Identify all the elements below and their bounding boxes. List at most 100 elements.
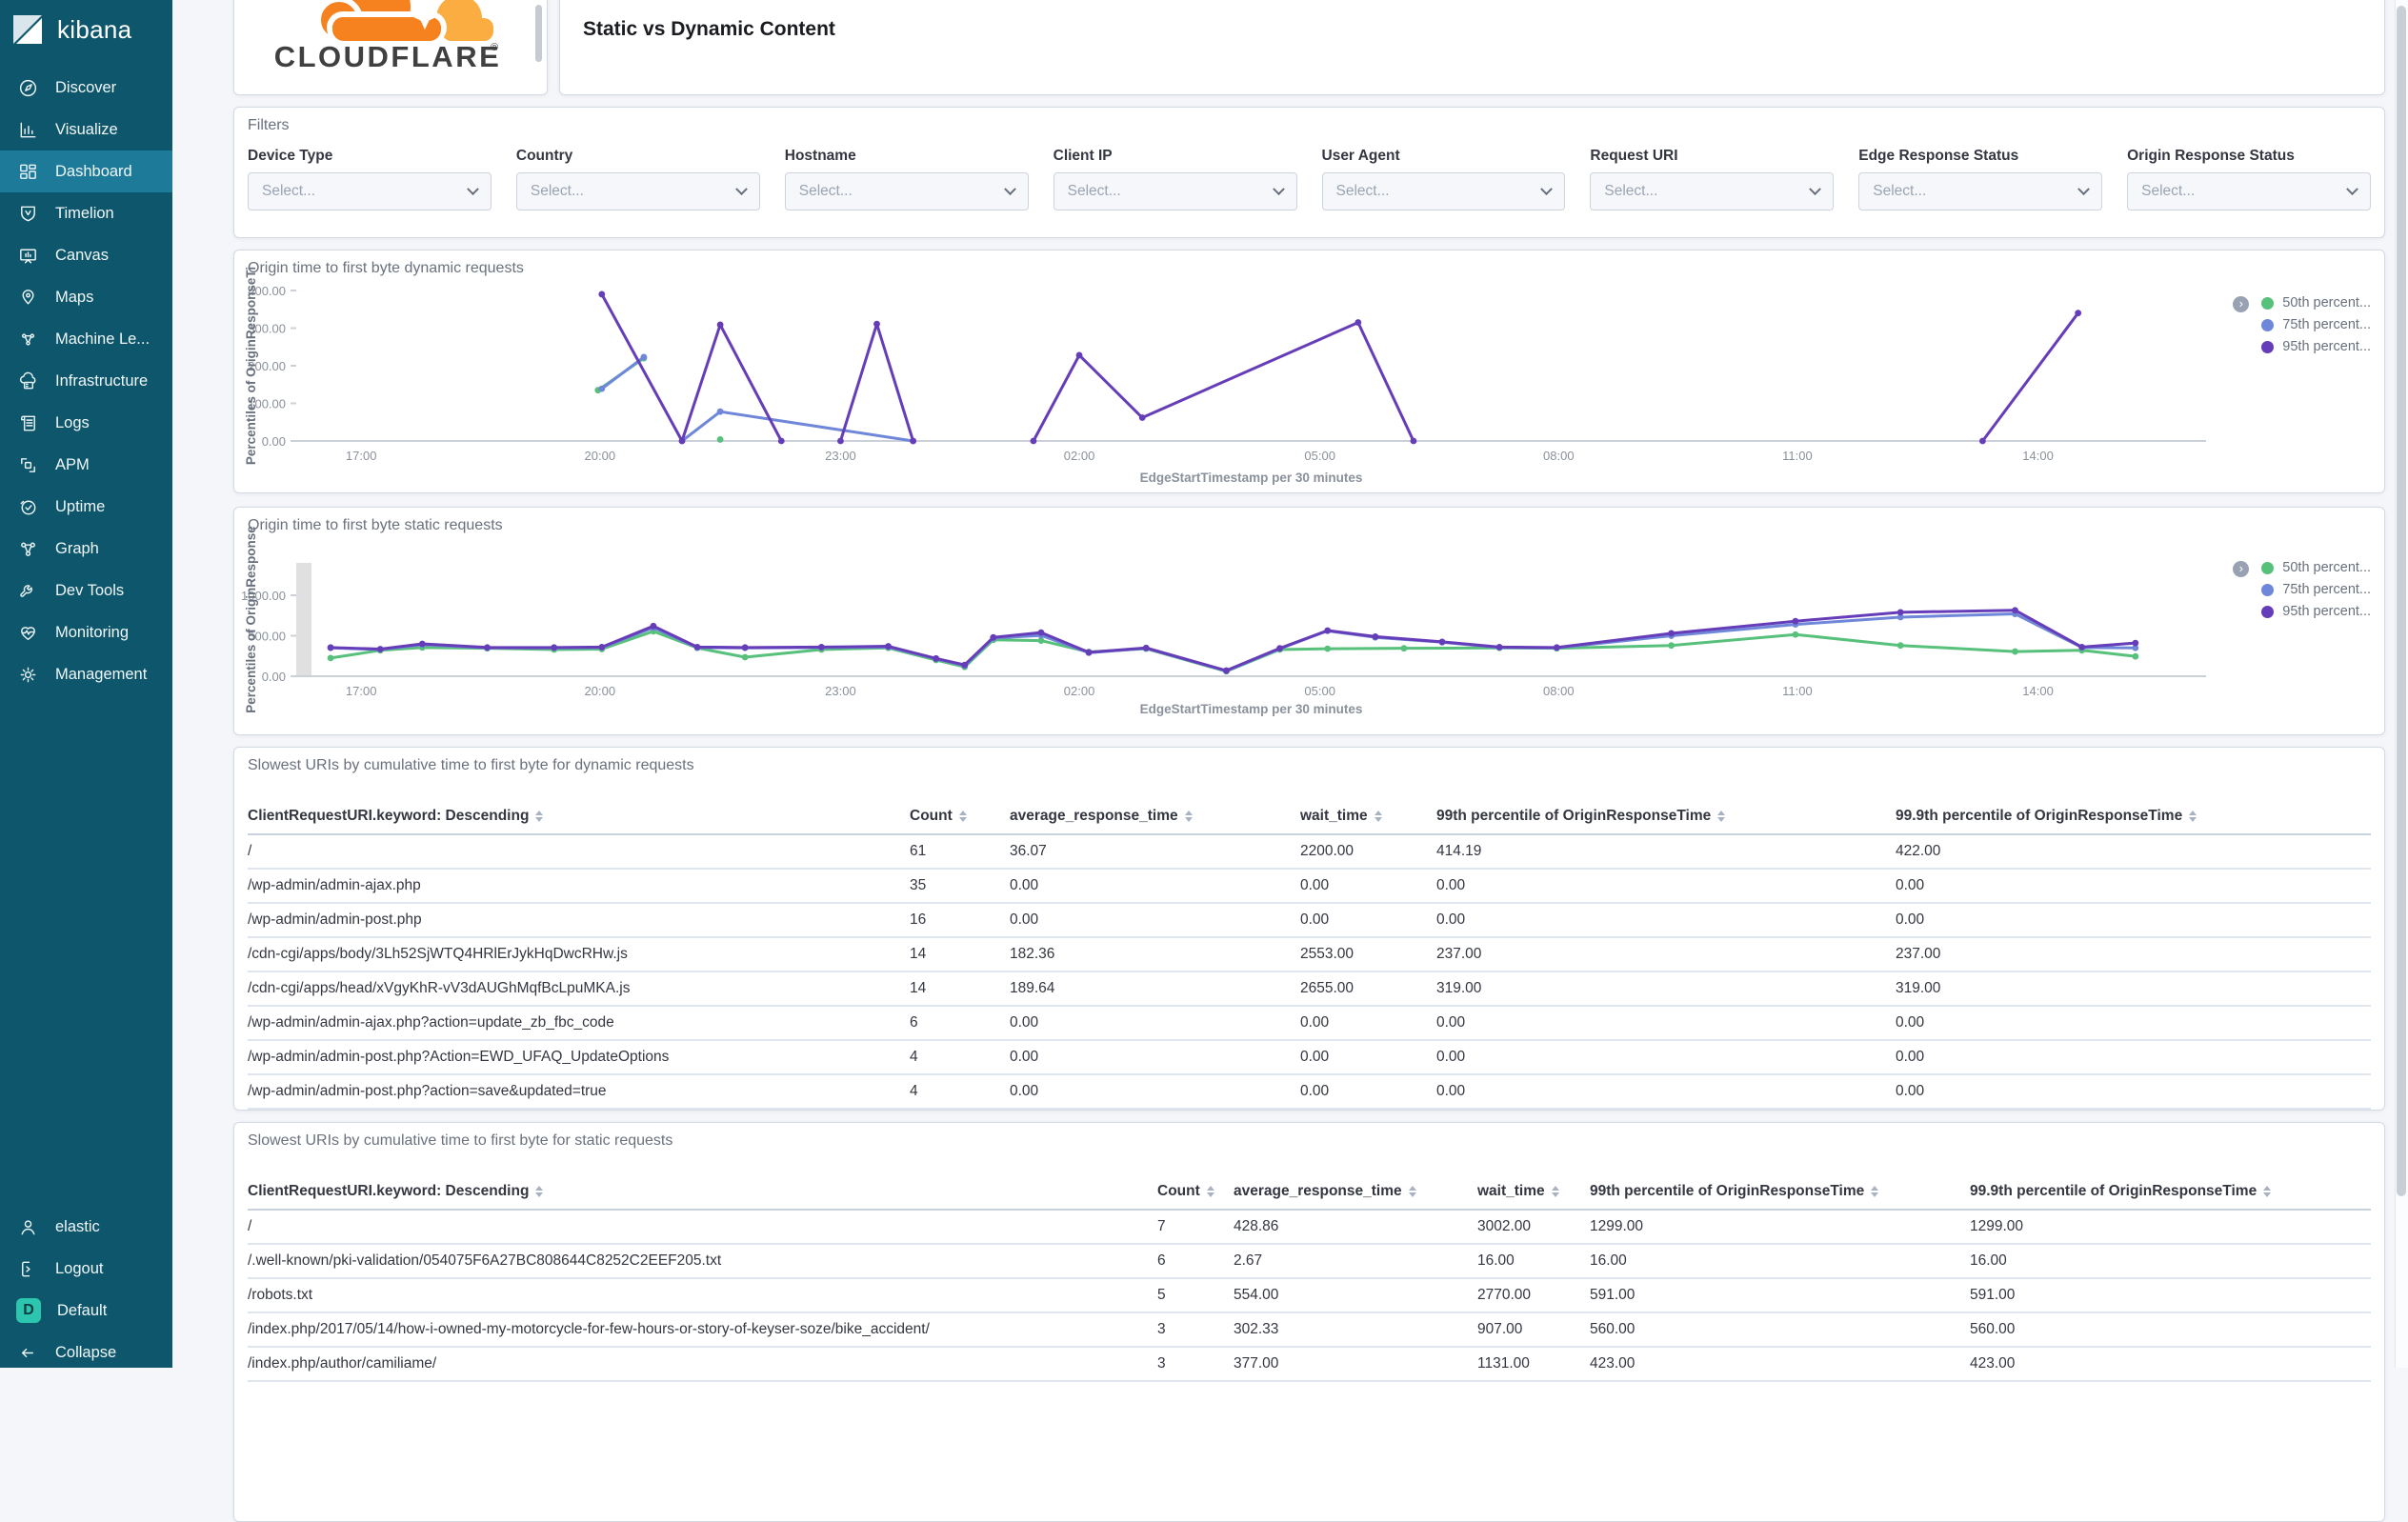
filter-select-client-ip[interactable]: Select... [1053,172,1297,210]
column-header[interactable]: average_response_time [1010,799,1300,833]
column-header-label: 99th percentile of OriginResponseTime [1590,1183,1865,1199]
column-header-label: ClientRequestURI.keyword: Descending [248,1183,530,1199]
column-header-label: average_response_time [1234,1183,1402,1199]
space-default-badge: D [16,1298,41,1323]
sidebar-item-dashboard[interactable]: Dashboard [0,150,172,192]
sidebar-item-monitoring[interactable]: Monitoring [0,611,172,653]
filter-select-device-type[interactable]: Select... [248,172,492,210]
sidebar-item-label: Canvas [55,246,109,264]
column-header[interactable]: wait_time [1300,799,1436,833]
column-header[interactable]: 99.9th percentile of OriginResponseTime [1896,799,2373,833]
sidebar-item-visualize[interactable]: Visualize [0,109,172,150]
sidebar-item-label: Uptime [55,497,106,515]
sidebar-item-collapse[interactable]: Collapse [0,1332,172,1373]
table-row: /index.php/2017/05/14/how-i-owned-my-mot… [248,1313,2371,1348]
table-cell: 61 [910,843,927,859]
monitoring-icon [16,621,39,644]
legend-color-dot [2261,296,2275,310]
table-cell: 560.00 [1970,1321,2016,1337]
table-cell: 377.00 [1234,1355,1279,1372]
legend-item-50th-percent[interactable]: › 50th percent... [2233,560,2371,577]
svg-text:02:00: 02:00 [1064,449,1095,463]
sidebar-item-label: Default [57,1301,108,1319]
filter-group-hostname: Hostname Select... [784,148,1029,210]
filter-select-edge-response-status[interactable]: Select... [1858,172,2103,210]
sidebar-item-maps[interactable]: Maps [0,276,172,318]
filter-group-origin-response-status: Origin Response Status Select... [2127,148,2371,210]
filter-group-device-type: Device Type Select... [248,148,492,210]
table-cell: /wp-admin/admin-post.php [248,911,422,928]
sidebar-item-label: Monitoring [55,623,130,641]
sort-arrows-icon [2189,811,2197,822]
sidebar-item-default[interactable]: D Default [0,1290,172,1332]
column-header[interactable]: ClientRequestURI.keyword: Descending [248,799,910,833]
sidebar-item-label: Machine Le... [55,330,150,348]
table-cell: 0.00 [1436,877,1466,893]
table-cell: 422.00 [1896,843,1941,859]
chevron-down-icon [1272,182,1285,195]
filter-label: Edge Response Status [1858,148,2019,164]
filter-select-country[interactable]: Select... [515,172,760,210]
sidebar-item-elastic[interactable]: elastic [0,1206,172,1248]
filter-label: Hostname [784,148,856,164]
sidebar-item-logout[interactable]: Logout [0,1248,172,1290]
page-scrollbar-thumb[interactable] [2397,6,2406,1196]
table-row: /wp-admin/admin-ajax.php?action=update_z… [248,1007,2371,1041]
table-cell: 1131.00 [1477,1355,1530,1372]
svg-text:23:00: 23:00 [825,684,856,698]
sidebar-item-infrastructure[interactable]: Infrastructure [0,360,172,402]
table-cell: 0.00 [1436,1014,1466,1031]
column-header[interactable]: Count [1157,1174,1234,1209]
svg-text:14:00: 14:00 [2022,684,2054,698]
sidebar-item-management[interactable]: Management [0,653,172,695]
sidebar-item-machine-le[interactable]: Machine Le... [0,318,172,360]
filter-select-hostname[interactable]: Select... [784,172,1029,210]
legend-item-95th-percent[interactable]: 95th percent... [2261,339,2371,354]
sidebar-item-uptime[interactable]: Uptime [0,486,172,528]
table-title-static: Slowest URIs by cumulative time to first… [248,1132,673,1149]
legend-item-95th-percent[interactable]: 95th percent... [2261,604,2371,619]
chevron-down-icon [1809,182,1822,195]
table-row: / 7 428.86 3002.00 1299.00 1299.00 [248,1211,2371,1245]
sidebar-item-graph[interactable]: Graph [0,528,172,570]
sidebar-item-label: Collapse [55,1343,117,1361]
column-header[interactable]: ClientRequestURI.keyword: Descending [248,1174,1157,1209]
table-cell: 0.00 [1896,1049,1925,1065]
legend-item-75th-percent[interactable]: 75th percent... [2261,582,2371,597]
cloudflare-logo-panel: CLOUDFLARE ® [233,0,548,95]
column-header[interactable]: Count [910,799,1010,833]
legend-color-dot [2261,561,2275,574]
table-cell: 182.36 [1010,946,1055,962]
svg-text:11:00: 11:00 [1782,684,1813,698]
column-header-label: average_response_time [1010,808,1178,824]
column-header[interactable]: 99th percentile of OriginResponseTime [1436,799,1896,833]
line-chart-static: 0.00500.001000.0017:00 20:00 23:00 02:00 05:… [241,526,2206,716]
filter-select-request-uri[interactable]: Select... [1590,172,1835,210]
sidebar-item-discover[interactable]: Discover [0,67,172,109]
table-row: /index.php/author/camiliame/3 377.00 1131.… [248,1348,2371,1382]
kibana-logo[interactable]: kibana [0,0,172,47]
svg-text:0.00: 0.00 [262,434,286,449]
legend-label: 75th percent... [2282,317,2371,332]
filter-select-origin-response-status[interactable]: Select... [2127,172,2371,210]
column-header[interactable]: wait_time [1477,1174,1590,1209]
sidebar-item-logs[interactable]: Logs [0,402,172,444]
dashboard-icon [16,160,39,183]
legend-item-75th-percent[interactable]: 75th percent... [2261,317,2371,332]
filter-label: User Agent [1321,148,1400,164]
logo-panel-scrollbar-thumb[interactable] [535,5,542,62]
sidebar-item-timelion[interactable]: Timelion [0,192,172,234]
filter-label: Client IP [1053,148,1113,164]
legend-item-50th-percent[interactable]: › 50th percent... [2233,295,2371,312]
column-header-label: Count [1157,1183,1200,1199]
sidebar-item-apm[interactable]: APM [0,444,172,486]
column-header[interactable]: average_response_time [1234,1174,1477,1209]
table-cell: 189.64 [1010,980,1055,996]
table-cell: 237.00 [1896,946,1941,962]
column-header[interactable]: 99th percentile of OriginResponseTime [1590,1174,1970,1209]
select-placeholder: Select... [530,183,584,199]
column-header[interactable]: 99.9th percentile of OriginResponseTime [1970,1174,2373,1209]
sidebar-item-canvas[interactable]: Canvas [0,234,172,276]
sidebar-item-dev-tools[interactable]: Dev Tools [0,570,172,611]
filter-select-user-agent[interactable]: Select... [1321,172,1566,210]
